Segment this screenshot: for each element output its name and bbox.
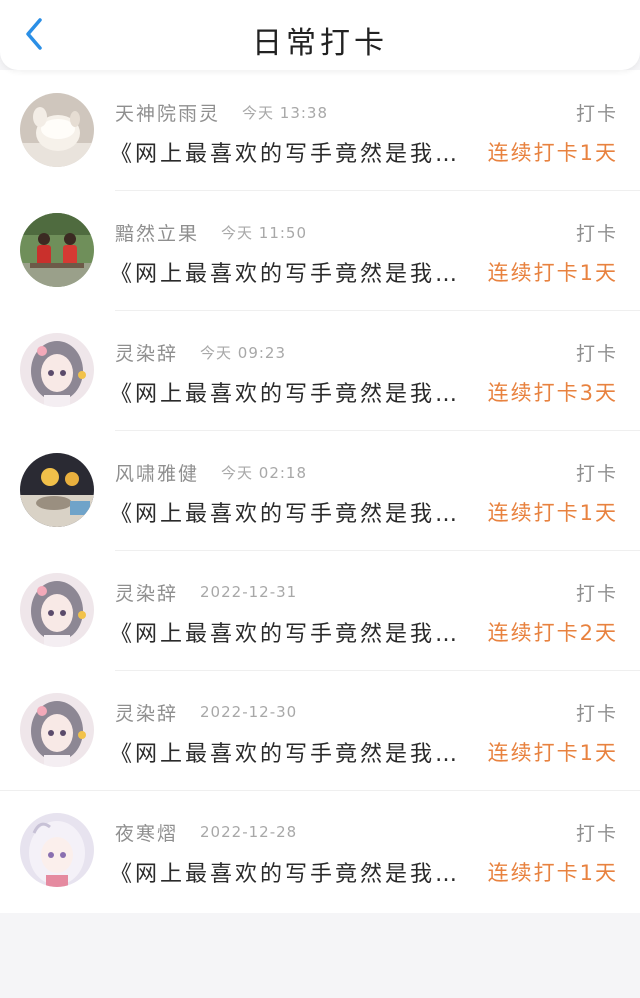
post-time: 今天 11:50 [221,223,308,242]
page-title: 日常打卡 [252,26,388,61]
user-name[interactable]: 夜寒熠 [115,819,178,846]
streak-count: 连续打卡3天 [487,381,618,405]
checkin-label: 打卡 [575,222,618,245]
checkin-row[interactable]: 灵染辞 2022-12-30 打卡 《网上最喜欢的写手竟然是我… 连续打卡1天 [0,670,640,790]
checkin-row[interactable]: 灵染辞 今天 09:23 打卡 《网上最喜欢的写手竟然是我… 连续打卡3天 [0,310,640,430]
anime-girl-avatar [20,333,94,407]
book-title[interactable]: 《网上最喜欢的写手竟然是我… [110,376,482,408]
two-figures-avatar [20,213,94,287]
white-hair-girl-avatar [20,813,94,887]
avatar[interactable] [20,813,94,887]
checkin-label: 打卡 [575,102,618,125]
user-name[interactable]: 灵染辞 [115,339,178,366]
checkin-label: 打卡 [575,702,618,725]
user-name[interactable]: 黯然立果 [115,219,199,246]
checkin-row[interactable]: 天神院雨灵 今天 13:38 打卡 《网上最喜欢的写手竟然是我… 连续打卡1天 [0,70,640,190]
book-title[interactable]: 《网上最喜欢的写手竟然是我… [110,856,482,888]
checkin-label: 打卡 [575,462,618,485]
post-time: 今天 09:23 [200,343,287,362]
user-name[interactable]: 灵染辞 [115,579,178,606]
checkin-label: 打卡 [575,582,618,605]
top-bar: 日常打卡 [0,0,640,70]
avatar[interactable] [20,333,94,407]
book-title[interactable]: 《网上最喜欢的写手竟然是我… [110,136,482,168]
checkin-label: 打卡 [575,822,618,845]
book-title[interactable]: 《网上最喜欢的写手竟然是我… [110,616,482,648]
user-name[interactable]: 风啸雅健 [115,459,199,486]
book-title[interactable]: 《网上最喜欢的写手竟然是我… [110,256,482,288]
streak-count: 连续打卡1天 [487,861,618,885]
streak-count: 连续打卡1天 [487,141,618,165]
checkin-label: 打卡 [575,342,618,365]
post-time: 今天 13:38 [242,103,329,122]
streak-count: 连续打卡2天 [487,621,618,645]
night-lights-avatar [20,453,94,527]
post-time: 2022-12-30 [200,703,298,721]
checkin-list: 天神院雨灵 今天 13:38 打卡 《网上最喜欢的写手竟然是我… 连续打卡1天 … [0,70,640,913]
streak-count: 连续打卡1天 [487,501,618,525]
user-name[interactable]: 天神院雨灵 [115,99,220,126]
book-title[interactable]: 《网上最喜欢的写手竟然是我… [110,736,482,768]
avatar[interactable] [20,573,94,647]
cat-cup-avatar [20,93,94,167]
checkin-row[interactable]: 夜寒熠 2022-12-28 打卡 《网上最喜欢的写手竟然是我… 连续打卡1天 [0,790,640,910]
book-title[interactable]: 《网上最喜欢的写手竟然是我… [110,496,482,528]
streak-count: 连续打卡1天 [487,741,618,765]
anime-girl-avatar [20,573,94,647]
post-time: 2022-12-28 [200,823,298,841]
avatar[interactable] [20,453,94,527]
user-name[interactable]: 灵染辞 [115,699,178,726]
post-time: 今天 02:18 [221,463,308,482]
checkin-row[interactable]: 黯然立果 今天 11:50 打卡 《网上最喜欢的写手竟然是我… 连续打卡1天 [0,190,640,310]
avatar[interactable] [20,213,94,287]
post-time: 2022-12-31 [200,583,298,601]
checkin-row[interactable]: 灵染辞 2022-12-31 打卡 《网上最喜欢的写手竟然是我… 连续打卡2天 [0,550,640,670]
streak-count: 连续打卡1天 [487,261,618,285]
avatar[interactable] [20,693,94,767]
anime-girl-avatar [20,693,94,767]
checkin-row[interactable]: 风啸雅健 今天 02:18 打卡 《网上最喜欢的写手竟然是我… 连续打卡1天 [0,430,640,550]
avatar[interactable] [20,93,94,167]
